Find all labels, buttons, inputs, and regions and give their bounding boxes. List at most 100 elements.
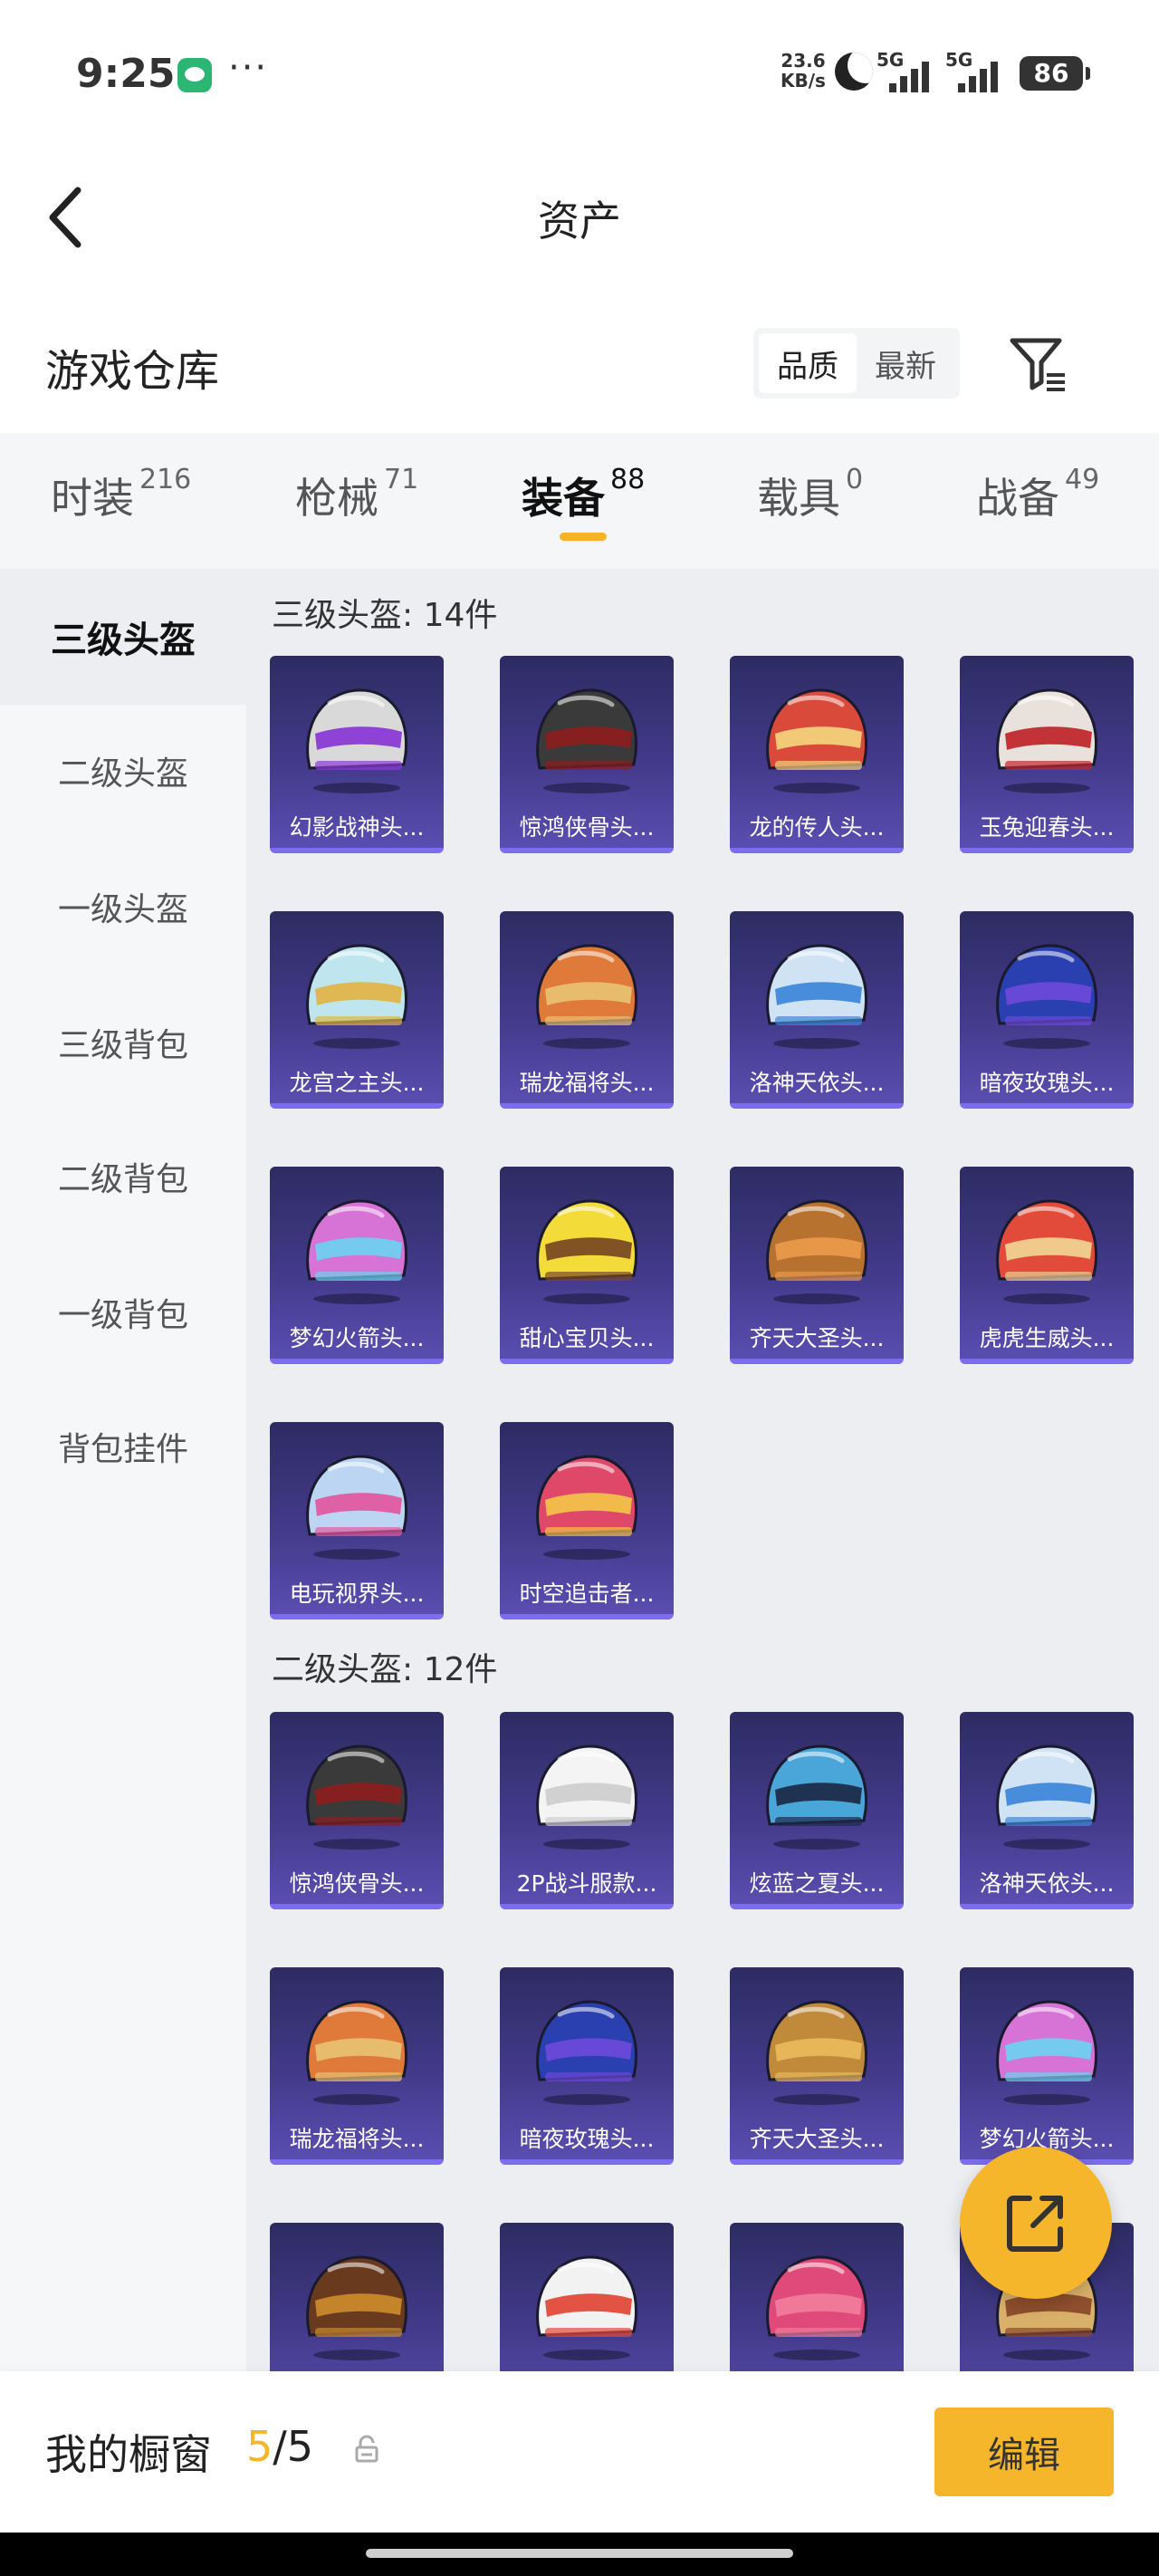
helmet-icon <box>288 1726 426 1853</box>
edit-button[interactable]: 编辑 <box>934 2408 1114 2496</box>
sort-quality[interactable]: 品质 <box>759 333 857 393</box>
helmet-icon <box>748 926 886 1053</box>
item-card[interactable]: 幻影战神头... <box>270 656 444 853</box>
helmet-icon <box>748 1181 886 1308</box>
item-card[interactable] <box>500 2223 674 2371</box>
item-name: 洛神天依头... <box>979 1870 1115 1897</box>
network-speed-unit: KB/s <box>781 70 826 91</box>
item-card[interactable]: 梦幻火箭头... <box>960 1967 1134 2165</box>
item-card[interactable]: 洛神天依头... <box>730 911 904 1109</box>
item-card[interactable]: 惊鸿侠骨头... <box>500 656 674 853</box>
item-card[interactable]: 瑞龙福将头... <box>270 1967 444 2165</box>
category-tabs: 时装 216 枪械 71 装备 88 载具 0 战备 49 <box>0 433 1159 569</box>
item-card[interactable]: 惊鸿侠骨头... <box>270 1712 444 1909</box>
helmet-icon <box>748 1982 886 2109</box>
section-header-level3: 三级头盔: 14件 <box>272 597 498 634</box>
home-indicator <box>366 2549 793 2558</box>
helmet-icon <box>748 670 886 797</box>
item-name: 炫蓝之夏头... <box>749 1870 885 1897</box>
item-name: 惊鸿侠骨头... <box>519 814 655 841</box>
section-header-level2: 二级头盔: 12件 <box>272 1651 498 1688</box>
sort-toggle: 品质 最新 <box>753 328 960 399</box>
helmet-icon <box>288 1181 426 1308</box>
item-card[interactable]: 梦幻火箭头... <box>270 1167 444 1364</box>
item-card[interactable]: 龙的传人头... <box>730 656 904 853</box>
helmet-icon <box>978 926 1116 1053</box>
active-tab-indicator <box>560 533 608 541</box>
helmet-icon <box>518 1982 656 2109</box>
item-card[interactable]: 2P战斗服款... <box>500 1712 674 1909</box>
helmet-icon <box>748 2237 886 2364</box>
item-card[interactable]: 甜心宝贝头... <box>500 1167 674 1364</box>
sort-latest[interactable]: 最新 <box>857 333 954 393</box>
item-name: 齐天大圣头... <box>749 1325 885 1351</box>
wechat-notification-icon <box>177 58 212 92</box>
showcase-current: 5 <box>246 2422 273 2471</box>
page-header: 资产 <box>0 145 1159 281</box>
tab-label: 时装 <box>51 474 134 523</box>
item-name: 梦幻火箭头... <box>289 1325 425 1351</box>
helmet-icon <box>518 670 656 797</box>
helmet-icon <box>288 926 426 1053</box>
helmet-icon <box>978 1181 1116 1308</box>
tab-weapons[interactable]: 枪械 71 <box>295 464 419 538</box>
sidebar-item-level1-backpack[interactable]: 一级背包 <box>0 1245 246 1380</box>
sidebar-item-level2-helmet[interactable]: 二级头盔 <box>0 703 246 839</box>
item-name: 暗夜玫瑰头... <box>519 2126 655 2152</box>
status-bar: 9:25 ··· 23.6 KB/s 5G 5G 86 <box>0 0 1159 145</box>
item-card[interactable]: 洛神天依头... <box>960 1712 1134 1909</box>
item-card[interactable] <box>730 2223 904 2371</box>
item-card[interactable]: 龙宫之主头... <box>270 911 444 1109</box>
tab-label: 载具 <box>757 474 840 523</box>
item-card[interactable]: 齐天大圣头... <box>730 1967 904 2165</box>
item-name: 龙宫之主头... <box>289 1070 425 1096</box>
tab-count: 71 <box>384 464 419 495</box>
tab-count: 49 <box>1065 464 1100 495</box>
signal-sim2-icon: 5G <box>945 49 1011 92</box>
tab-fashion[interactable]: 时装 216 <box>51 464 191 538</box>
helmet-icon <box>978 1982 1116 2109</box>
inventory-area: 三级头盔 二级头盔 一级头盔 三级背包 二级背包 一级背包 背包挂件 三级头盔:… <box>0 569 1159 2371</box>
sidebar-item-level3-backpack[interactable]: 三级背包 <box>0 975 246 1110</box>
page-title: 资产 <box>538 197 621 245</box>
sidebar-item-level1-helmet[interactable]: 一级头盔 <box>0 839 246 975</box>
tab-vehicles[interactable]: 载具 0 <box>757 464 863 538</box>
tab-battle-gear[interactable]: 战备 49 <box>976 464 1100 538</box>
item-card[interactable]: 暗夜玫瑰头... <box>960 911 1134 1109</box>
item-card[interactable]: 玉兔迎春头... <box>960 656 1134 853</box>
showcase-total: /5 <box>273 2422 314 2471</box>
sidebar-item-backpack-pendant[interactable]: 背包挂件 <box>0 1379 246 1514</box>
status-time: 9:25 <box>76 51 176 97</box>
sim1-label: 5G <box>876 49 905 71</box>
filter-button[interactable] <box>1007 333 1070 397</box>
share-button[interactable] <box>960 2147 1112 2299</box>
item-name: 时空追击者... <box>519 1581 655 1607</box>
item-name: 洛神天依头... <box>749 1070 885 1096</box>
item-card[interactable]: 电玩视界头... <box>270 1422 444 1620</box>
item-name: 暗夜玫瑰头... <box>979 1070 1115 1096</box>
item-card[interactable]: 瑞龙福将头... <box>500 911 674 1109</box>
item-card[interactable]: 齐天大圣头... <box>730 1167 904 1364</box>
helmet-icon <box>288 2237 426 2364</box>
helmet-icon <box>288 1437 426 1563</box>
helmet-icon <box>518 926 656 1053</box>
signal-sim1-icon: 5G <box>876 49 942 92</box>
sidebar-item-level3-helmet[interactable]: 三级头盔 <box>0 569 246 705</box>
helmet-icon <box>518 1181 656 1308</box>
subcategory-sidebar: 三级头盔 二级头盔 一级头盔 三级背包 二级背包 一级背包 背包挂件 <box>0 569 246 2371</box>
showcase-label: 我的橱窗 <box>45 2430 212 2479</box>
item-card[interactable]: 虎虎生威头... <box>960 1167 1134 1364</box>
sidebar-item-level2-backpack[interactable]: 二级背包 <box>0 1109 246 1245</box>
helmet-icon <box>978 1726 1116 1853</box>
item-name: 瑞龙福将头... <box>519 1070 655 1096</box>
item-card[interactable] <box>270 2223 444 2371</box>
share-icon <box>1007 2196 1063 2252</box>
item-name: 惊鸿侠骨头... <box>289 1870 425 1897</box>
tab-equipment[interactable]: 装备 88 <box>522 464 645 541</box>
system-nav-bar <box>0 2533 1159 2576</box>
item-card[interactable]: 炫蓝之夏头... <box>730 1712 904 1909</box>
tab-label: 枪械 <box>295 474 378 523</box>
item-card[interactable]: 时空追击者... <box>500 1422 674 1620</box>
item-card[interactable]: 暗夜玫瑰头... <box>500 1967 674 2165</box>
helmet-icon <box>518 2237 656 2364</box>
